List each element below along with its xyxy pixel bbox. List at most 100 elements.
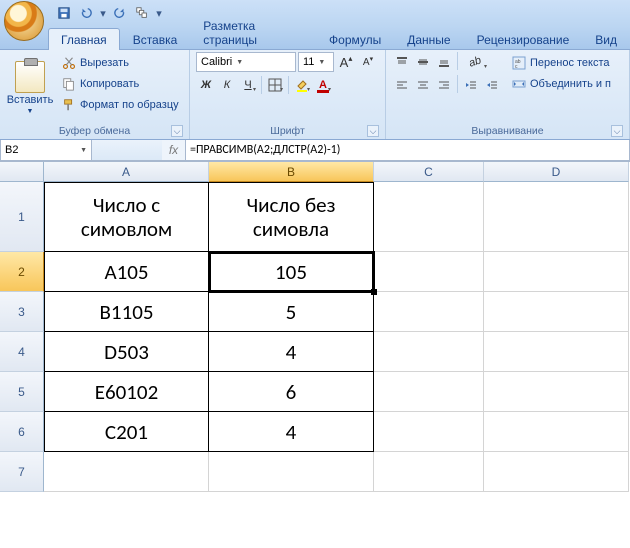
cell-A4[interactable]: D503 — [44, 332, 209, 372]
font-size-value: 11 — [303, 56, 314, 68]
qat-customize-dropdown[interactable]: ▾ — [154, 3, 164, 23]
format-painter-button[interactable]: Формат по образцу — [58, 94, 183, 115]
grow-font-button[interactable]: A▴ — [336, 52, 356, 72]
alignment-group-title: Выравнивание — [471, 125, 543, 137]
tab-5[interactable]: Рецензирование — [464, 28, 583, 50]
col-header-A[interactable]: A — [44, 162, 209, 182]
formula-bar-input[interactable]: =ПРАВСИМВ(A2;ДЛСТР(A2)-1) — [186, 140, 630, 161]
copy-label: Копировать — [80, 78, 139, 90]
cell-B1[interactable]: Число безсимовла — [209, 182, 374, 252]
row-header-2[interactable]: 2 — [0, 252, 44, 292]
row-header-3[interactable]: 3 — [0, 292, 44, 332]
clipboard-launcher[interactable]: ⌵ — [171, 125, 183, 137]
row-header-1[interactable]: 1 — [0, 182, 44, 252]
cell-B4[interactable]: 4 — [209, 332, 374, 372]
formula-value: =ПРАВСИМВ(A2;ДЛСТР(A2)-1) — [190, 143, 340, 157]
orientation-button[interactable]: ab▾ — [461, 52, 489, 72]
increase-indent-button[interactable] — [482, 75, 502, 95]
align-middle-button[interactable] — [413, 52, 433, 72]
merge-center-button[interactable]: Объединить и п — [508, 73, 615, 94]
cell-D5[interactable] — [484, 372, 629, 412]
cell-D7[interactable] — [484, 452, 629, 492]
office-button[interactable] — [4, 1, 44, 41]
cell-C7[interactable] — [374, 452, 484, 492]
cell-B3[interactable]: 5 — [209, 292, 374, 332]
tab-4[interactable]: Данные — [394, 28, 463, 50]
alignment-launcher[interactable]: ⌵ — [611, 125, 623, 137]
copy-button[interactable]: Копировать — [58, 73, 183, 94]
cell-A5[interactable]: E60102 — [44, 372, 209, 412]
format-painter-label: Формат по образцу — [80, 99, 179, 111]
col-header-B[interactable]: B — [209, 162, 374, 182]
tab-2[interactable]: Разметка страницы — [190, 14, 316, 50]
align-center-button[interactable] — [413, 75, 433, 95]
cell-C3[interactable] — [374, 292, 484, 332]
font-group-title: Шрифт — [270, 125, 305, 137]
name-box-value: B2 — [5, 144, 18, 156]
clipboard-icon — [15, 61, 45, 93]
qat-redo-button[interactable] — [110, 3, 130, 23]
cell-D6[interactable] — [484, 412, 629, 452]
select-all-corner[interactable] — [0, 162, 44, 182]
col-header-C[interactable]: C — [374, 162, 484, 182]
font-size-combo[interactable]: 11 ▼ — [298, 52, 334, 72]
cell-B6[interactable]: 4 — [209, 412, 374, 452]
cell-A6[interactable]: C201 — [44, 412, 209, 452]
font-launcher[interactable]: ⌵ — [367, 125, 379, 137]
qat-save-button[interactable] — [54, 3, 74, 23]
align-left-button[interactable] — [392, 75, 412, 95]
wrap-icon: abc — [512, 56, 526, 70]
font-color-button[interactable]: A ▾ — [313, 75, 333, 95]
worksheet-grid[interactable]: ABCD1234567Число ссимовломЧисло безсимов… — [0, 162, 630, 548]
paste-button[interactable]: Вставить ▼ — [6, 52, 54, 123]
cut-label: Вырезать — [80, 57, 129, 69]
qat-undo-dropdown[interactable]: ▾ — [98, 3, 108, 23]
fill-color-button[interactable]: ▾ — [292, 75, 312, 95]
italic-button[interactable]: К — [217, 75, 237, 95]
font-name-combo[interactable]: Calibri ▼ — [196, 52, 296, 72]
fx-icon[interactable]: fx — [162, 140, 186, 161]
borders-button[interactable]: ▾ — [265, 75, 285, 95]
align-right-button[interactable] — [434, 75, 454, 95]
cell-C2[interactable] — [374, 252, 484, 292]
cell-B5[interactable]: 6 — [209, 372, 374, 412]
cell-C5[interactable] — [374, 372, 484, 412]
brush-icon — [62, 98, 76, 112]
cell-D2[interactable] — [484, 252, 629, 292]
cell-C4[interactable] — [374, 332, 484, 372]
cell-A3[interactable]: B1105 — [44, 292, 209, 332]
qat-undo-button[interactable] — [76, 3, 96, 23]
tab-1[interactable]: Вставка — [120, 28, 191, 50]
cell-C6[interactable] — [374, 412, 484, 452]
cell-A7[interactable] — [44, 452, 209, 492]
cut-button[interactable]: Вырезать — [58, 52, 183, 73]
cell-D1[interactable] — [484, 182, 629, 252]
wrap-text-label: Перенос текста — [530, 57, 610, 69]
qat-print-button[interactable] — [132, 3, 152, 23]
col-header-D[interactable]: D — [484, 162, 629, 182]
tab-3[interactable]: Формулы — [316, 28, 394, 50]
align-bottom-button[interactable] — [434, 52, 454, 72]
cell-A1[interactable]: Число ссимовлом — [44, 182, 209, 252]
paste-label: Вставить — [7, 95, 54, 106]
name-box[interactable]: B2 ▼ — [0, 140, 92, 161]
cell-B7[interactable] — [209, 452, 374, 492]
decrease-indent-button[interactable] — [461, 75, 481, 95]
tab-0[interactable]: Главная — [48, 28, 120, 50]
cell-A2[interactable]: A105 — [44, 252, 209, 292]
cell-D4[interactable] — [484, 332, 629, 372]
clipboard-group-title: Буфер обмена — [59, 125, 130, 137]
cell-B2[interactable]: 105 — [209, 252, 374, 292]
tab-6[interactable]: Вид — [582, 28, 630, 50]
underline-button[interactable]: Ч▾ — [238, 75, 258, 95]
bold-button[interactable]: Ж — [196, 75, 216, 95]
wrap-text-button[interactable]: abc Перенос текста — [508, 52, 615, 73]
align-top-button[interactable] — [392, 52, 412, 72]
cell-D3[interactable] — [484, 292, 629, 332]
row-header-6[interactable]: 6 — [0, 412, 44, 452]
row-header-7[interactable]: 7 — [0, 452, 44, 492]
row-header-4[interactable]: 4 — [0, 332, 44, 372]
row-header-5[interactable]: 5 — [0, 372, 44, 412]
shrink-font-button[interactable]: A▾ — [358, 52, 378, 72]
cell-C1[interactable] — [374, 182, 484, 252]
